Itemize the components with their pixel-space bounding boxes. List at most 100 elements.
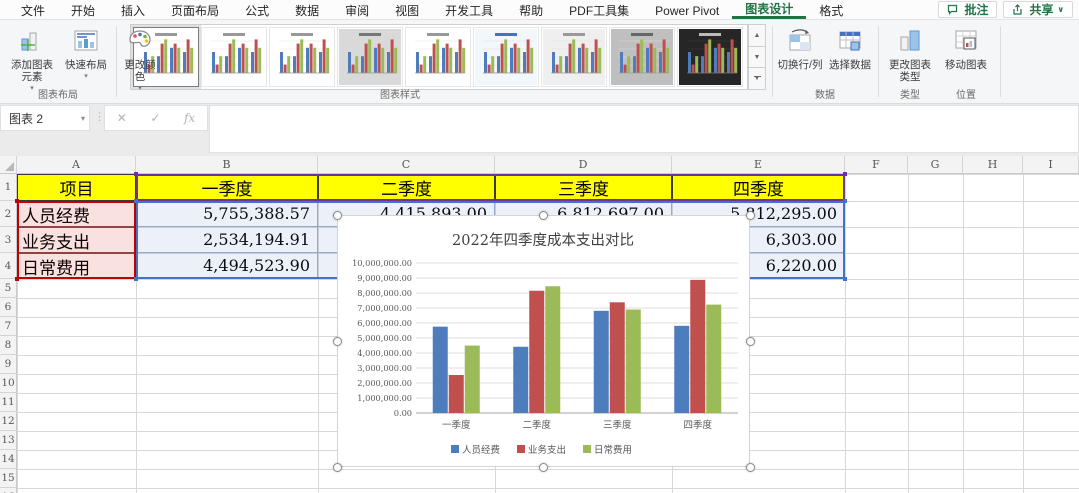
column-header-I[interactable]: I (1023, 156, 1079, 174)
row-header-8[interactable]: 8 (0, 336, 17, 355)
tab-视图[interactable]: 视图 (382, 0, 432, 19)
column-header-D[interactable]: D (495, 156, 672, 174)
quick-layout-label: 快速布局 (65, 59, 107, 71)
chart-resize-handle[interactable] (332, 336, 342, 346)
change-colors-button[interactable]: 更改颜色 ▾ (120, 26, 160, 95)
table-cell[interactable]: 4,494,523.90 (136, 253, 318, 279)
column-header-E[interactable]: E (672, 156, 845, 174)
name-box[interactable]: 图表 2 ▾ (0, 105, 90, 131)
svg-text:2,000,000.00: 2,000,000.00 (357, 378, 412, 388)
row-header-5[interactable]: 5 (0, 279, 17, 298)
row-header-16[interactable]: 16 (0, 488, 17, 493)
chart-style-thumbnail-样式8[interactable] (609, 27, 675, 87)
move-chart-button[interactable]: 移动图表 (940, 26, 992, 71)
formula-bar: 图表 2 ▾ ⋮ ✕ ✓ fx (0, 104, 1079, 156)
tab-list: 文件 开始 插入 页面布局 公式 数据 审阅 视图 开发工具 帮助 PDF工具集 Power Pivo… (0, 0, 856, 19)
column-header-F[interactable]: F (845, 156, 908, 174)
tab-页面布局[interactable]: 页面布局 (158, 0, 232, 19)
table-header-cell[interactable]: 一季度 (136, 174, 318, 201)
chart-resize-handle[interactable] (538, 210, 548, 220)
insert-function-icon[interactable]: fx (184, 111, 195, 125)
row-header-13[interactable]: 13 (0, 431, 17, 450)
tab-公式[interactable]: 公式 (232, 0, 282, 19)
change-colors-label: 更改颜色 (124, 59, 156, 83)
gallery-scroll-down-button[interactable]: ▼ (748, 46, 766, 69)
cancel-formula-icon[interactable]: ✕ (117, 111, 127, 125)
chart-resize-handle[interactable] (745, 462, 755, 472)
tab-文件[interactable]: 文件 (8, 0, 58, 19)
chart-resize-handle[interactable] (745, 210, 755, 220)
chart-layout-group-label: 图表布局 (38, 90, 78, 101)
table-cell[interactable]: 业务支出 (17, 227, 136, 253)
chart-styles-gallery (130, 24, 748, 90)
select-all-corner[interactable] (0, 156, 17, 174)
table-header-cell[interactable]: 项目 (17, 174, 136, 201)
chart-style-thumbnail-样式6[interactable] (473, 27, 539, 87)
column-header-A[interactable]: A (17, 156, 136, 174)
tab-开始[interactable]: 开始 (58, 0, 108, 19)
tab-PDF工具集[interactable]: PDF工具集 (556, 0, 642, 19)
chart-resize-handle[interactable] (332, 462, 342, 472)
table-cell[interactable]: 人员经费 (17, 201, 136, 227)
row-header-1[interactable]: 1 (0, 174, 17, 201)
chart-style-thumbnail-样式2[interactable] (201, 27, 267, 87)
row-header-15[interactable]: 15 (0, 469, 17, 488)
row-header-4[interactable]: 4 (0, 253, 17, 279)
formula-bar-buttons: ✕ ✓ fx (104, 105, 208, 131)
row-header-12[interactable]: 12 (0, 412, 17, 431)
tab-图表设计[interactable]: 图表设计 (732, 0, 807, 19)
chart-resize-handle[interactable] (332, 210, 342, 220)
comments-button[interactable]: 批注 (938, 1, 998, 18)
quick-layout-button[interactable]: 快速布局 ▾ (60, 26, 112, 83)
svg-text:7,000,000.00: 7,000,000.00 (357, 303, 412, 313)
tab-Power Pivot[interactable]: Power Pivot (642, 0, 732, 19)
formula-input[interactable] (209, 105, 1079, 153)
table-cell[interactable]: 5,755,388.57 (136, 201, 318, 227)
svg-text:10,000,000.00: 10,000,000.00 (352, 258, 412, 268)
row-header-10[interactable]: 10 (0, 374, 17, 393)
chart-resize-handle[interactable] (745, 336, 755, 346)
row-header-3[interactable]: 3 (0, 227, 17, 253)
table-header-cell[interactable]: 三季度 (495, 174, 672, 201)
table-cell[interactable]: 2,534,194.91 (136, 227, 318, 253)
chart-style-thumbnail-样式7[interactable] (541, 27, 607, 87)
tab-审阅[interactable]: 审阅 (332, 0, 382, 19)
table-header-cell[interactable]: 四季度 (672, 174, 845, 201)
column-header-G[interactable]: G (908, 156, 963, 174)
chart-style-thumbnail-样式4[interactable] (337, 27, 403, 87)
column-header-C[interactable]: C (318, 156, 495, 174)
chart-style-thumbnail-样式9[interactable] (677, 27, 743, 87)
row-header-11[interactable]: 11 (0, 393, 17, 412)
move-chart-icon (952, 26, 980, 56)
change-chart-type-button[interactable]: 更改图表类型 (884, 26, 936, 83)
svg-text:6,000,000.00: 6,000,000.00 (357, 318, 412, 328)
gallery-more-button[interactable]: ▼ (748, 68, 766, 91)
add-chart-element-button[interactable]: 添加图表元素 ▾ (6, 26, 58, 95)
column-header-H[interactable]: H (963, 156, 1023, 174)
chart-style-thumbnail-样式3[interactable] (269, 27, 335, 87)
tab-开发工具[interactable]: 开发工具 (432, 0, 506, 19)
column-header-B[interactable]: B (136, 156, 318, 174)
row-header-7[interactable]: 7 (0, 317, 17, 336)
tab-格式[interactable]: 格式 (806, 0, 856, 19)
tab-插入[interactable]: 插入 (108, 0, 158, 19)
ribbon-separator (772, 26, 773, 97)
row-header-6[interactable]: 6 (0, 298, 17, 317)
select-data-button[interactable]: 选择数据 (826, 26, 874, 71)
tab-帮助[interactable]: 帮助 (506, 0, 556, 19)
chart-object[interactable]: 2022年四季度成本支出对比 0.00 1,000,000.00 2,000,000.… (337, 215, 750, 467)
svg-text:8,000,000.00: 8,000,000.00 (357, 288, 412, 298)
chart-resize-handle[interactable] (538, 462, 548, 472)
change-chart-type-label: 更改图表类型 (889, 59, 931, 83)
chart-style-thumbnail-样式5[interactable] (405, 27, 471, 87)
row-header-2[interactable]: 2 (0, 201, 17, 227)
confirm-formula-icon[interactable]: ✓ (150, 111, 160, 125)
table-cell[interactable]: 日常费用 (17, 253, 136, 279)
share-button[interactable]: 共享 ∨ (1003, 1, 1073, 18)
row-header-14[interactable]: 14 (0, 450, 17, 469)
table-header-cell[interactable]: 二季度 (318, 174, 495, 201)
switch-row-column-button[interactable]: 切换行/列 (776, 26, 824, 71)
gallery-scroll-up-button[interactable]: ▲ (748, 24, 766, 47)
tab-数据[interactable]: 数据 (282, 0, 332, 19)
row-header-9[interactable]: 9 (0, 355, 17, 374)
